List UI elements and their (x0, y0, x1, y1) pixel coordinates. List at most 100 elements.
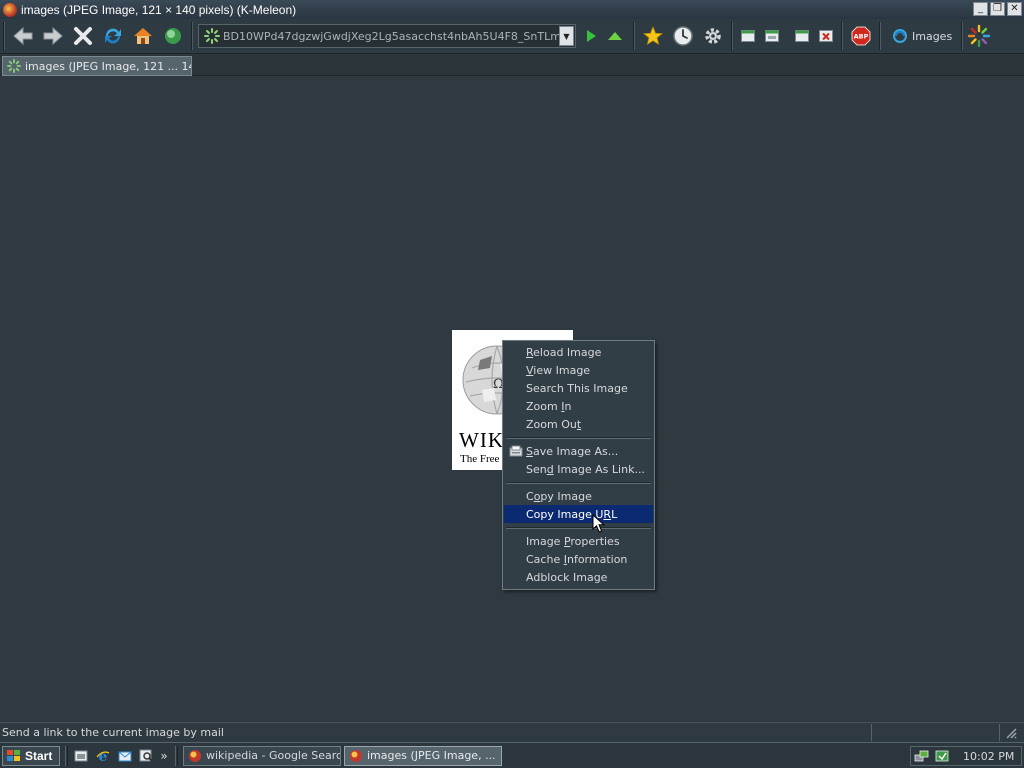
loading-icon (203, 27, 221, 45)
taskbar-grip[interactable] (175, 745, 178, 766)
window-button-3[interactable] (790, 21, 814, 51)
status-text: Send a link to the current image by mail (0, 723, 872, 741)
taskbar-grip[interactable] (65, 745, 68, 766)
back-button[interactable] (8, 21, 38, 51)
menu-item-adblock-image[interactable]: Adblock Image (504, 568, 653, 586)
svg-text:e: e (99, 749, 108, 764)
close-page-button[interactable] (814, 21, 838, 51)
history-button[interactable] (668, 21, 698, 51)
address-dropdown-button[interactable]: ▼ (559, 26, 574, 46)
menu-item-label: Cache Information (526, 552, 628, 566)
taskbar-button-label: images (JPEG Image, ... (367, 749, 496, 762)
menu-item-cache-information[interactable]: Cache Information (504, 550, 653, 568)
menu-item-image-properties[interactable]: Image Properties (504, 532, 653, 550)
quicklaunch-search[interactable] (136, 746, 158, 766)
window-icon (795, 30, 809, 42)
home-button[interactable] (128, 21, 158, 51)
menu-item-save-image-as[interactable]: Save Image As... (504, 442, 653, 460)
address-bar[interactable]: ▼ (198, 24, 576, 48)
menu-item-label: Zoom In (526, 399, 572, 413)
images-search-label: Images (912, 29, 953, 43)
taskbar: Start e » wikipedia - Google Search... im… (0, 742, 1024, 768)
menu-item-copy-image[interactable]: Copy Image (504, 487, 653, 505)
adblock-button[interactable]: ABP (846, 21, 876, 51)
menu-item-label: View Image (526, 363, 591, 377)
forward-button[interactable] (38, 21, 68, 51)
address-input[interactable] (223, 29, 559, 43)
menu-item-zoom-out[interactable]: Zoom Out (504, 415, 653, 433)
taskbar-button-label: wikipedia - Google Search... (206, 749, 340, 762)
go-icon (587, 30, 596, 42)
menu-item-label: Image Properties (526, 534, 620, 548)
menu-item-zoom-in[interactable]: Zoom In (504, 397, 653, 415)
menu-item-label: Search This Image (526, 381, 628, 395)
menu-separator (504, 523, 653, 532)
browse-icon (165, 28, 181, 44)
menu-item-reload-image[interactable]: Reload Image (504, 343, 653, 361)
kmeleon-app-icon[interactable] (3, 2, 17, 17)
kmeleon-logo (966, 21, 992, 51)
resize-grip-icon[interactable] (1000, 724, 1020, 741)
toolbar-separator (841, 22, 843, 50)
tab-label: images (JPEG Image, 121 ... 140... (25, 59, 191, 73)
menu-item-label: Zoom Out (526, 417, 582, 431)
menu-item-label: Adblock Image (526, 570, 608, 584)
preferences-button[interactable] (698, 21, 728, 51)
window-title: images (JPEG Image, 121 × 140 pixels) (K… (21, 2, 297, 17)
wikipedia-wordmark: WIK (459, 428, 504, 452)
adblock-icon: ABP (851, 26, 871, 46)
bookmarks-button[interactable] (638, 21, 668, 51)
stop-button[interactable] (68, 21, 98, 51)
tab-images[interactable]: images (JPEG Image, 121 ... 140... (2, 56, 192, 76)
toolbar-separator (961, 22, 964, 50)
start-button[interactable]: Start (2, 745, 60, 766)
menu-separator (504, 478, 653, 487)
window-icon (741, 30, 755, 42)
up-button[interactable] (600, 21, 630, 51)
status-progress-cell (872, 723, 1000, 741)
bookmarks-icon (642, 25, 664, 46)
quicklaunch-desktop[interactable] (70, 746, 92, 766)
reload-button[interactable] (98, 21, 128, 51)
internet-explorer-icon: e (96, 749, 110, 764)
taskbar-button-1[interactable]: wikipedia - Google Search... (183, 745, 341, 766)
close-icon (819, 30, 833, 42)
browse-button[interactable] (158, 21, 188, 51)
toolbar-grip[interactable] (3, 22, 5, 50)
window-button-1[interactable] (736, 21, 760, 51)
toolbar-separator (191, 22, 193, 50)
maximize-button[interactable]: ❐ (990, 2, 1005, 16)
svg-text:ABP: ABP (854, 33, 869, 41)
window-icon (765, 30, 779, 42)
save-icon (508, 444, 523, 458)
toolbar-separator (633, 22, 635, 50)
menu-item-send-image-as-link[interactable]: Send Image As Link... (504, 460, 653, 478)
status-bar: Send a link to the current image by mail (0, 722, 1024, 741)
tab-strip: images (JPEG Image, 121 ... 140... (0, 55, 1024, 76)
history-icon (673, 26, 693, 46)
tray-app-icon[interactable] (933, 748, 951, 764)
minimize-button[interactable]: _ (973, 2, 988, 16)
up-icon (608, 32, 622, 40)
mail-icon (118, 751, 132, 761)
back-icon (13, 26, 33, 46)
home-icon (134, 28, 152, 44)
window-button-2[interactable] (760, 21, 784, 51)
search-icon (139, 749, 154, 763)
quicklaunch-more-button[interactable]: » (158, 749, 170, 763)
quicklaunch-outlook[interactable] (114, 746, 136, 766)
images-search-button[interactable]: Images (884, 21, 958, 51)
taskbar-button-2[interactable]: images (JPEG Image, ... (344, 745, 502, 766)
menu-item-search-this-image[interactable]: Search This Image (504, 379, 653, 397)
kmeleon-app-icon (187, 748, 202, 763)
clock: 10:02 PM (963, 749, 1015, 763)
menu-item-view-image[interactable]: View Image (504, 361, 653, 379)
quicklaunch-ie[interactable]: e (92, 746, 114, 766)
menu-item-label: Copy Image (526, 489, 592, 503)
windows-logo-icon (7, 749, 20, 761)
image-context-menu: Reload Image View Image Search This Image Z… (502, 340, 655, 590)
close-window-button[interactable]: ✕ (1007, 2, 1022, 16)
menu-item-copy-image-url[interactable]: Copy Image URL (504, 505, 653, 523)
menu-item-label: Save Image As... (526, 444, 619, 458)
network-icon[interactable] (913, 748, 931, 764)
